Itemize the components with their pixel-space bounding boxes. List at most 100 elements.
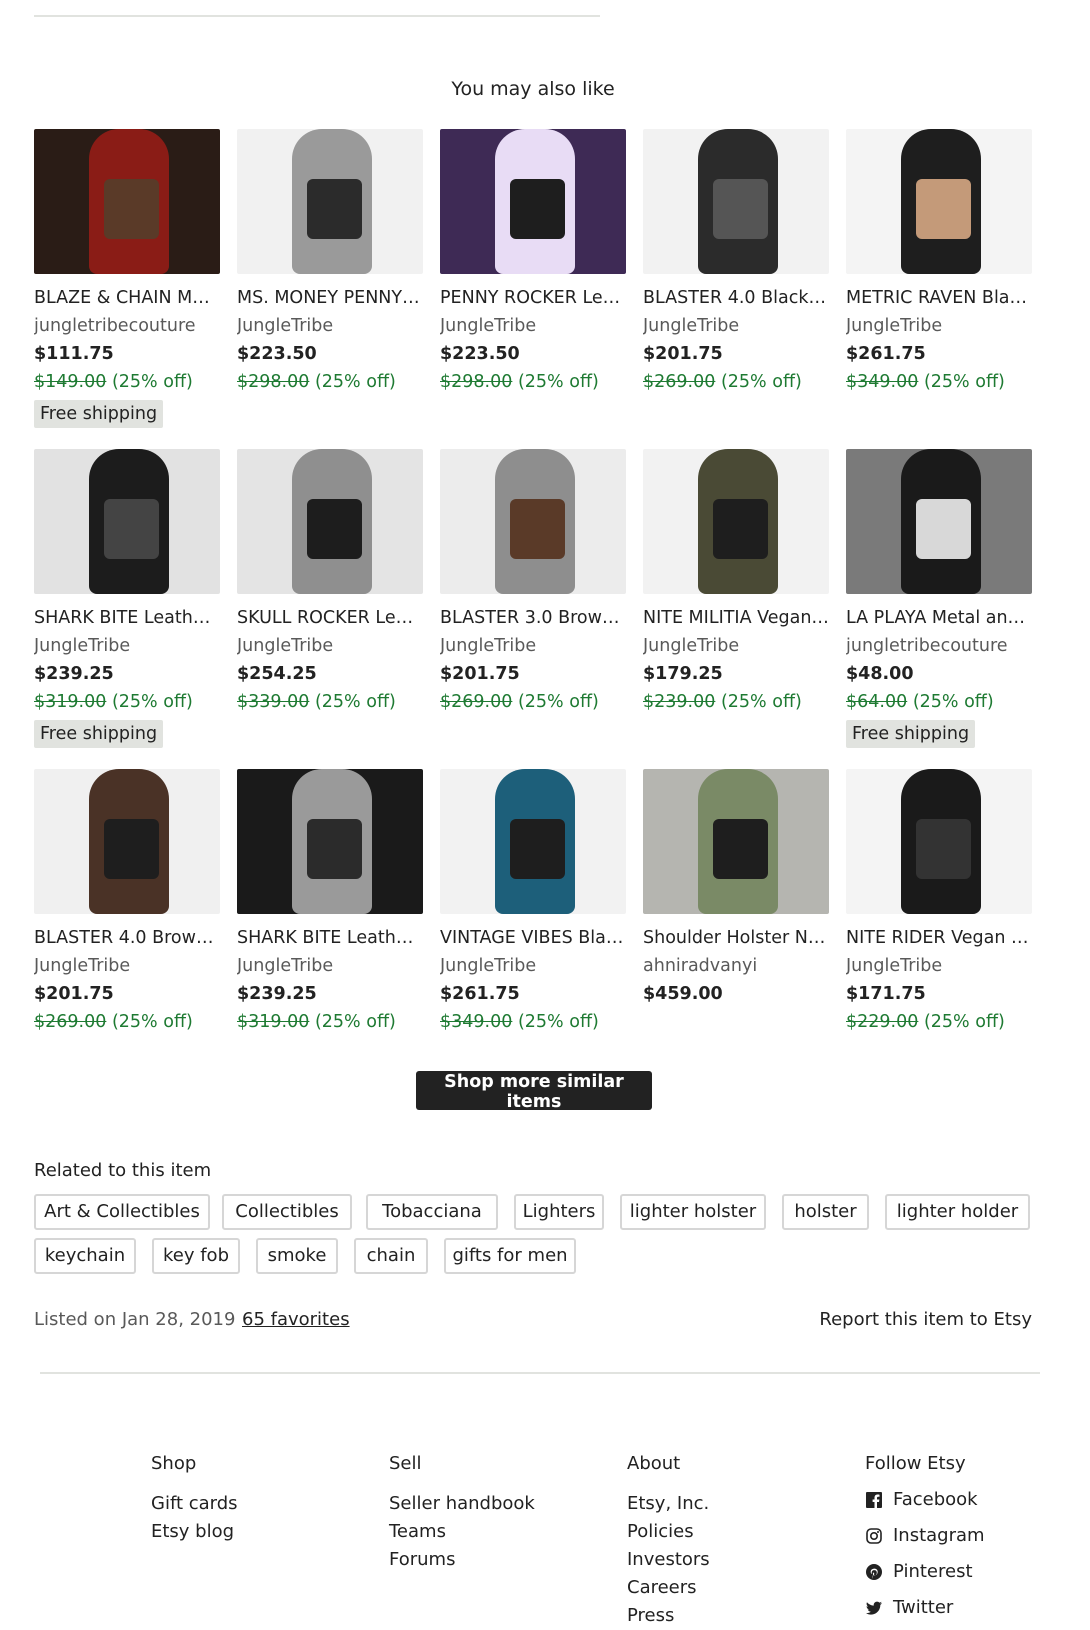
listing-price: $459.00 — [643, 984, 723, 1004]
image-bag — [713, 499, 768, 559]
tag-chip[interactable]: Lighters — [514, 1194, 604, 1230]
instagram-label: Instagram — [893, 1525, 985, 1546]
listing-title[interactable]: BLASTER 4.0 Black … — [643, 284, 829, 312]
footer-link-pinterest[interactable]: Pinterest — [865, 1554, 985, 1590]
listing-title[interactable]: SHARK BITE Leathe… — [34, 604, 220, 632]
original-price: $64.00 — [846, 692, 908, 712]
tag-chip[interactable]: key fob — [152, 1238, 240, 1274]
tag-chip[interactable]: holster — [782, 1194, 869, 1230]
discount-label: (25% off) — [111, 372, 193, 392]
listing-card[interactable]: Shoulder Holster N… ahniradvanyi $459.00 — [643, 769, 829, 1008]
listing-image[interactable] — [846, 129, 1032, 274]
listing-price: $239.25 — [237, 984, 317, 1004]
footer-link-gift-cards[interactable]: Gift cards — [151, 1490, 238, 1518]
listing-title[interactable]: VINTAGE VIBES Bla… — [440, 924, 626, 952]
listing-image[interactable] — [34, 129, 220, 274]
footer-link-careers[interactable]: Careers — [627, 1574, 710, 1602]
footer-link-etsy-blog[interactable]: Etsy blog — [151, 1518, 238, 1546]
tag-chip[interactable]: gifts for men — [444, 1238, 576, 1274]
listing-price: $201.75 — [34, 984, 114, 1004]
footer-link-seller-handbook[interactable]: Seller handbook — [389, 1490, 535, 1518]
report-link[interactable]: Report this item to Etsy — [819, 1309, 1032, 1330]
listing-price: $223.50 — [237, 344, 317, 364]
listing-image[interactable] — [440, 129, 626, 274]
listing-title[interactable]: SKULL ROCKER Lea… — [237, 604, 423, 632]
listing-card[interactable]: NITE MILITIA Vegan… JungleTribe $179.25 $23… — [643, 449, 829, 716]
listing-title[interactable]: METRIC RAVEN Bla… — [846, 284, 1032, 312]
discount-label: (25% off) — [517, 1012, 599, 1032]
listing-image[interactable] — [643, 769, 829, 914]
listing-card[interactable]: BLASTER 4.0 Black … JungleTribe $201.75 $26… — [643, 129, 829, 396]
listing-title[interactable]: BLAZE & CHAIN Me… — [34, 284, 220, 312]
listing-title[interactable]: Shoulder Holster N… — [643, 924, 829, 952]
listing-image[interactable] — [846, 449, 1032, 594]
listing-shop: JungleTribe — [643, 316, 740, 336]
listing-title[interactable]: BLASTER 3.0 Brown… — [440, 604, 626, 632]
listing-title[interactable]: BLASTER 4.0 Brown… — [34, 924, 220, 952]
listing-image[interactable] — [237, 449, 423, 594]
listing-card[interactable]: LA PLAYA Metal an… jungletribecouture $48.… — [846, 449, 1032, 748]
listing-title[interactable]: PENNY ROCKER Le… — [440, 284, 626, 312]
listing-shop: JungleTribe — [34, 636, 131, 656]
twitter-icon — [866, 1601, 882, 1615]
listing-shop: JungleTribe — [440, 636, 537, 656]
listing-card[interactable]: SKULL ROCKER Lea… JungleTribe $254.25 $339.… — [237, 449, 423, 716]
listed-date: Listed on Jan 28, 2019 — [34, 1309, 236, 1330]
listing-shop: JungleTribe — [237, 316, 334, 336]
footer-link-twitter[interactable]: Twitter — [865, 1590, 985, 1626]
listing-card[interactable]: METRIC RAVEN Bla… JungleTribe $261.75 $349.… — [846, 129, 1032, 396]
listing-title[interactable]: MS. MONEY PENNY… — [237, 284, 423, 312]
listing-price: $223.50 — [440, 344, 520, 364]
listing-shop: JungleTribe — [237, 636, 334, 656]
listing-title[interactable]: NITE MILITIA Vegan… — [643, 604, 829, 632]
tag-chip[interactable]: chain — [354, 1238, 428, 1274]
discount-label: (25% off) — [314, 1012, 396, 1032]
tag-chip[interactable]: lighter holder — [885, 1194, 1030, 1230]
footer-link-investors[interactable]: Investors — [627, 1546, 710, 1574]
listing-card[interactable]: MS. MONEY PENNY… JungleTribe $223.50 $298.0… — [237, 129, 423, 396]
listing-card[interactable]: BLASTER 4.0 Brown… JungleTribe $201.75 $269… — [34, 769, 220, 1036]
tag-chip[interactable]: Collectibles — [222, 1194, 352, 1230]
footer-col-shop: Shop Gift cards Etsy blog — [151, 1450, 238, 1546]
listing-image[interactable] — [34, 769, 220, 914]
tag-chip[interactable]: smoke — [256, 1238, 338, 1274]
listing-card[interactable]: SHARK BITE Leathe… JungleTribe $239.25 $319… — [237, 769, 423, 1036]
listing-image[interactable] — [846, 769, 1032, 914]
listing-image[interactable] — [643, 129, 829, 274]
footer-link-instagram[interactable]: Instagram — [865, 1518, 985, 1554]
image-bag — [510, 499, 565, 559]
tag-chip[interactable]: Tobacciana — [366, 1194, 498, 1230]
listing-image[interactable] — [440, 449, 626, 594]
footer-link-forums[interactable]: Forums — [389, 1546, 535, 1574]
listing-card[interactable]: PENNY ROCKER Le… JungleTribe $223.50 $298.0… — [440, 129, 626, 396]
listing-card[interactable]: NITE RIDER Vegan F… JungleTribe $171.75 $22… — [846, 769, 1032, 1036]
footer-link-policies[interactable]: Policies — [627, 1518, 710, 1546]
listing-card[interactable]: BLASTER 3.0 Brown… JungleTribe $201.75 $269… — [440, 449, 626, 716]
footer-link-teams[interactable]: Teams — [389, 1518, 535, 1546]
image-bag — [916, 179, 971, 239]
footer-link-facebook[interactable]: Facebook — [865, 1482, 985, 1518]
listing-title[interactable]: SHARK BITE Leathe… — [237, 924, 423, 952]
listing-image[interactable] — [440, 769, 626, 914]
listing-card[interactable]: VINTAGE VIBES Bla… JungleTribe $261.75 $349… — [440, 769, 626, 1036]
tag-chip[interactable]: keychain — [34, 1238, 136, 1274]
listing-card[interactable]: SHARK BITE Leathe… JungleTribe $239.25 $319… — [34, 449, 220, 748]
shop-more-button[interactable]: Shop more similar items — [416, 1071, 652, 1112]
listing-image[interactable] — [237, 129, 423, 274]
tag-chip[interactable]: lighter holster — [620, 1194, 766, 1230]
image-bag — [713, 179, 768, 239]
footer-link-etsy-inc[interactable]: Etsy, Inc. — [627, 1490, 710, 1518]
footer-link-press[interactable]: Press — [627, 1602, 710, 1630]
listing-title[interactable]: LA PLAYA Metal an… — [846, 604, 1032, 632]
favorites-link[interactable]: 65 favorites — [242, 1309, 350, 1330]
listing-image[interactable] — [237, 769, 423, 914]
listing-image[interactable] — [643, 449, 829, 594]
listing-card[interactable]: BLAZE & CHAIN Me… jungletribecouture $111.… — [34, 129, 220, 428]
footer-heading-follow: Follow Etsy — [865, 1453, 966, 1474]
tag-chip[interactable]: Art & Collectibles — [34, 1194, 210, 1230]
listing-image[interactable] — [34, 449, 220, 594]
listing-shop: JungleTribe — [846, 316, 943, 336]
listing-shop: JungleTribe — [440, 316, 537, 336]
listing-title[interactable]: NITE RIDER Vegan F… — [846, 924, 1032, 952]
image-bag — [916, 819, 971, 879]
